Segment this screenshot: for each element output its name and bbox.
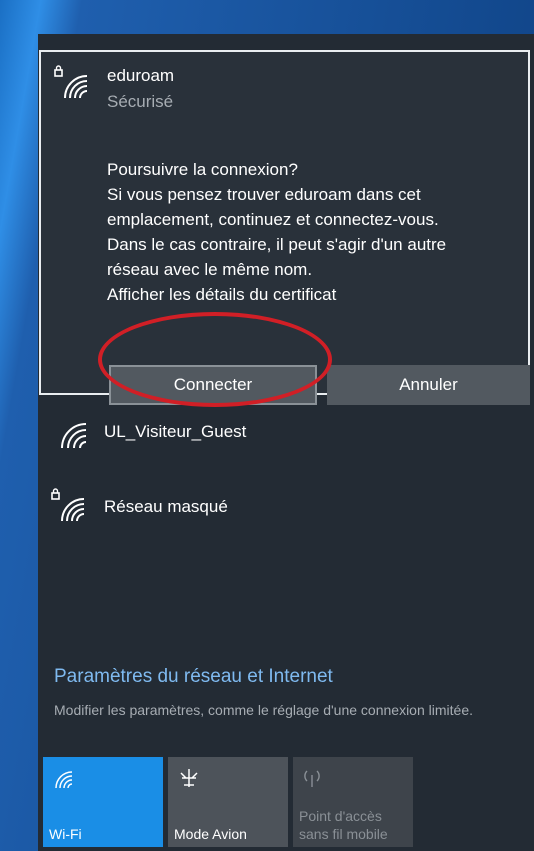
hotspot-icon xyxy=(304,770,320,787)
network-name: Réseau masqué xyxy=(104,497,228,516)
tile-label: Mode Avion xyxy=(174,826,247,842)
message-line: Dans le cas contraire, il peut s'agir d'… xyxy=(107,235,447,254)
wifi-toggle-tile[interactable]: Wi-Fi xyxy=(43,757,163,847)
tile-label: Point d'accès sans fil mobile xyxy=(299,808,388,842)
wifi-secured-icon xyxy=(51,488,85,522)
message-line: Si vous pensez trouver eduroam dans cet xyxy=(107,185,421,204)
airplane-mode-tile[interactable]: Mode Avion xyxy=(168,757,288,847)
mobile-hotspot-tile[interactable]: Point d'accès sans fil mobile xyxy=(293,757,413,847)
selected-network-panel: eduroam Sécurisé Poursuivre la connexion… xyxy=(39,50,530,405)
certificate-details-link[interactable]: Afficher les détails du certificat xyxy=(107,282,517,307)
cancel-button[interactable]: Annuler xyxy=(327,365,530,405)
network-item-ul-visiteur-guest[interactable]: UL_Visiteur_Guest xyxy=(38,404,534,464)
network-settings-description: Modifier les paramètres, comme le réglag… xyxy=(54,702,473,718)
network-name: UL_Visiteur_Guest xyxy=(104,422,247,441)
airplane-icon xyxy=(180,769,198,787)
connection-message: Poursuivre la connexion? Si vous pensez … xyxy=(107,157,517,307)
wifi-icon xyxy=(55,771,73,789)
network-settings-link[interactable]: Paramètres du réseau et Internet xyxy=(54,666,333,688)
network-status: Sécurisé xyxy=(107,92,174,111)
message-line: Poursuivre la connexion? xyxy=(107,160,298,179)
connect-button[interactable]: Connecter xyxy=(109,365,317,405)
network-flyout: eduroam Sécurisé Poursuivre la connexion… xyxy=(38,34,534,851)
network-name: eduroam xyxy=(107,66,175,85)
message-line: réseau avec le même nom. xyxy=(107,260,313,279)
network-item-reseau-masque[interactable]: Réseau masqué xyxy=(38,479,534,539)
wifi-icon xyxy=(61,423,87,449)
wifi-secured-icon xyxy=(54,65,88,99)
tile-label: Wi-Fi xyxy=(49,826,82,842)
message-line: emplacement, continuez et connectez-vous… xyxy=(107,210,439,229)
